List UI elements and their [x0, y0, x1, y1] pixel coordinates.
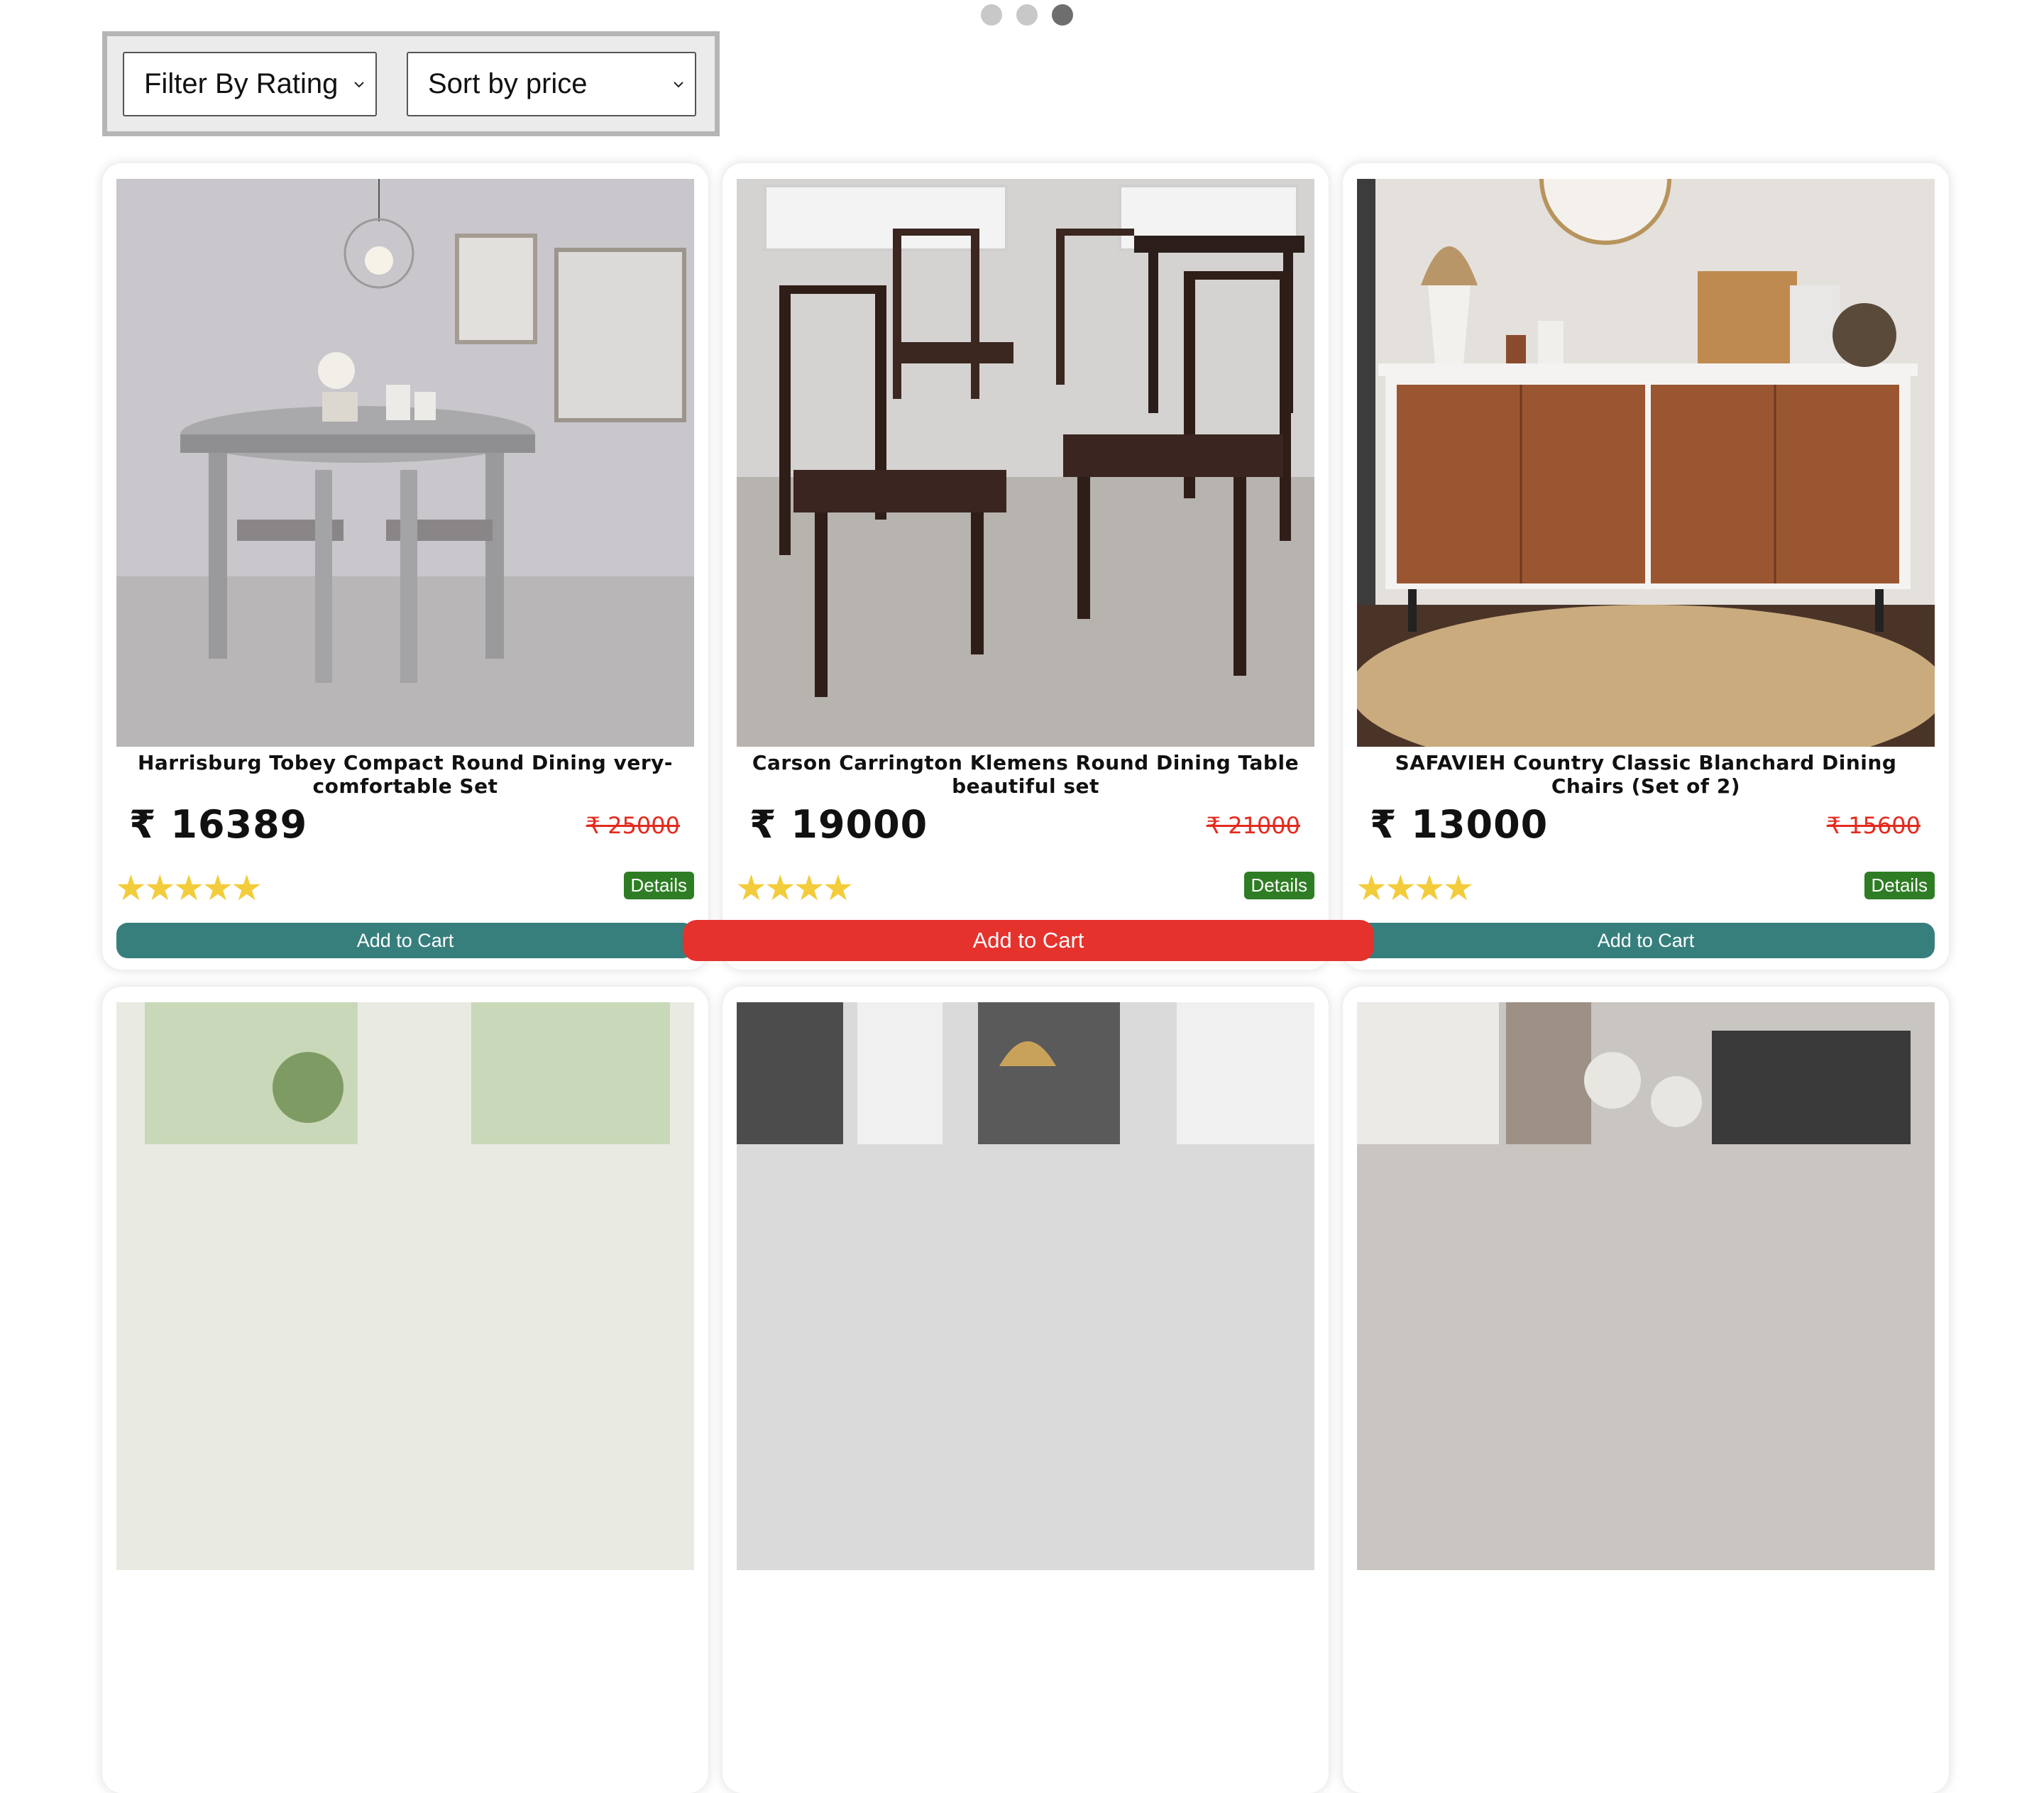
product-image[interactable]: [1357, 1002, 1935, 1570]
product-price: ₹ 19000: [749, 802, 928, 847]
product-image[interactable]: [737, 1002, 1314, 1570]
details-button[interactable]: Details: [1864, 872, 1935, 899]
carousel-dot-3[interactable]: [1052, 4, 1073, 26]
product-image[interactable]: [116, 179, 694, 747]
product-price: ₹ 16389: [129, 802, 308, 847]
rating-stars: ★★★★: [1356, 868, 1474, 908]
add-to-cart-button[interactable]: Add to Cart: [683, 920, 1374, 961]
filter-by-rating-label: Filter By Rating: [144, 68, 339, 99]
chevron-down-icon: [354, 82, 364, 88]
product-mrp: ₹ 25000: [586, 812, 680, 839]
product-image[interactable]: [1357, 179, 1935, 747]
add-to-cart-button[interactable]: Add to Cart: [116, 923, 694, 958]
product-title[interactable]: SAFAVIEH Country Classic Blanchard Dinin…: [1371, 751, 1921, 798]
rating-stars: ★★★★: [735, 868, 854, 908]
product-title[interactable]: Harrisburg Tobey Compact Round Dining ve…: [131, 751, 680, 798]
product-card: [102, 987, 708, 1793]
chevron-down-icon: [674, 82, 683, 88]
product-card: [1343, 987, 1949, 1793]
sort-by-price-label: Sort by price: [428, 68, 588, 99]
details-button[interactable]: Details: [623, 872, 694, 899]
product-card: Carson Carrington Klemens Round Dining T…: [722, 163, 1329, 970]
product-mrp: ₹ 21000: [1206, 812, 1300, 839]
details-button[interactable]: Details: [1243, 872, 1314, 899]
carousel-dot-2[interactable]: [1016, 4, 1038, 26]
add-to-cart-button[interactable]: Add to Cart: [1357, 923, 1935, 958]
product-card: [722, 987, 1329, 1793]
product-card: SAFAVIEH Country Classic Blanchard Dinin…: [1343, 163, 1949, 970]
sort-by-price-select[interactable]: Sort by price: [407, 52, 696, 116]
product-image[interactable]: [737, 179, 1314, 747]
product-image[interactable]: [116, 1002, 694, 1570]
carousel-dots: [981, 4, 1073, 26]
filter-by-rating-select[interactable]: Filter By Rating: [123, 52, 377, 116]
rating-stars: ★★★★★: [115, 868, 263, 908]
product-card: Harrisburg Tobey Compact Round Dining ve…: [102, 163, 708, 970]
carousel-dot-1[interactable]: [981, 4, 1002, 26]
product-mrp: ₹ 15600: [1826, 812, 1921, 839]
filter-panel: Filter By Rating Sort by price: [102, 31, 720, 136]
product-title[interactable]: Carson Carrington Klemens Round Dining T…: [751, 751, 1300, 798]
product-price: ₹ 13000: [1370, 802, 1549, 847]
